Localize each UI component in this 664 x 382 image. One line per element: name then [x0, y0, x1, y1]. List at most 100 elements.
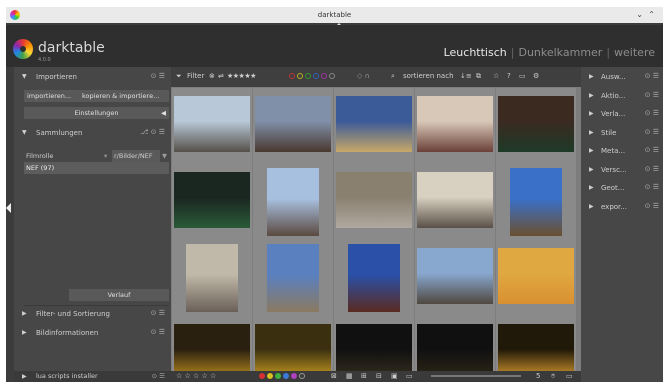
thumbnail-cell[interactable] — [415, 164, 495, 240]
overlay-star-icon[interactable]: ☆ — [493, 72, 499, 80]
thumbnail-image — [417, 96, 493, 152]
thumbnail-image — [498, 248, 574, 304]
import-settings-button[interactable]: Einstellungen ◀ — [24, 107, 169, 119]
import-button[interactable]: importieren... — [27, 90, 71, 102]
right-section-3[interactable]: ▶ Stile ⊙ ☰ — [581, 126, 663, 140]
color-dot-red[interactable] — [289, 73, 295, 79]
layout-preview-icon[interactable]: ▣ — [391, 372, 398, 380]
color-dot-red[interactable] — [259, 373, 265, 379]
fullscreen-icon[interactable]: ▭ — [406, 372, 413, 380]
layout-culling-icon[interactable]: ⊟ — [376, 372, 382, 380]
color-dot-yellow[interactable] — [297, 73, 303, 79]
layout-filemanager-icon[interactable]: ▦ — [346, 372, 353, 380]
bottom-color-labels[interactable] — [259, 372, 307, 380]
preferences-gear-icon[interactable]: ⚙ — [533, 72, 539, 80]
grouping-toggle-icon[interactable]: ⊠ — [331, 372, 337, 380]
filter-sort-section-header[interactable]: ▶ Filter- und Sortierung ⊙ ☰ — [14, 307, 171, 321]
collection-entry-nef[interactable]: NEF (97) — [24, 162, 169, 174]
right-section-4[interactable]: ▶ Meta... ⊙ ☰ — [581, 144, 663, 158]
thumbnail-cell[interactable] — [496, 164, 576, 240]
minimize-icon[interactable]: ⌄ — [636, 10, 643, 19]
left-panel-toggle[interactable] — [6, 203, 11, 213]
color-label-filter[interactable] — [289, 72, 337, 80]
section-preset-icon[interactable]: ⎇ ⊙ ☰ — [140, 128, 165, 136]
collapse-arrow-icon: ▶ — [589, 184, 594, 191]
history-button[interactable]: Verlauf — [69, 289, 169, 301]
thumbnail-cell[interactable] — [334, 88, 414, 164]
right-section-7[interactable]: ▶ expor... ⊙ ☰ — [581, 200, 663, 214]
dropdown-icon[interactable]: ▼ — [162, 152, 167, 160]
collection-path-field[interactable]: r/Bilder/NEF — [112, 150, 160, 162]
display-profile-icon[interactable]: ▭ — [566, 372, 573, 380]
shortcuts-icon[interactable]: ▭ — [519, 72, 526, 80]
section-reset-icon[interactable]: ⊙ ☰ — [645, 165, 659, 173]
copy-import-button[interactable]: kopieren & importiere... — [82, 90, 159, 102]
section-reset-icon[interactable]: ⊙ ☰ — [151, 309, 165, 317]
view-darkroom[interactable]: Dunkelkammer — [518, 46, 602, 59]
layout-zoomable-icon[interactable]: ⊞ — [361, 372, 367, 380]
zoom-slider[interactable] — [431, 375, 521, 377]
thumbnail-cell[interactable] — [253, 240, 333, 316]
section-reset-icon[interactable]: ⊙ ☰ — [645, 109, 659, 117]
section-reset-icon[interactable]: ⊙ ☰ — [645, 146, 659, 154]
collapse-arrow-icon: ▶ — [589, 165, 594, 173]
thumbnail-cell[interactable] — [253, 164, 333, 240]
image-info-section-header[interactable]: ▶ Bildinformationen ⊙ ☰ — [14, 326, 171, 340]
reject-icon[interactable]: ⊗ — [209, 72, 215, 80]
expand-arrow-icon: ▼ — [22, 73, 27, 80]
thumbnail-cell[interactable] — [172, 240, 252, 316]
right-section-label: Geot... — [601, 184, 625, 192]
section-reset-icon[interactable]: ⊙ ☰ — [152, 372, 165, 380]
rating-range-icon[interactable]: ⇌ — [218, 72, 224, 80]
thumbnail-cell[interactable] — [415, 240, 495, 316]
sort-direction-icon[interactable]: ↓≡ — [460, 72, 472, 80]
filter-funnel-icon[interactable]: ⏷ — [176, 72, 182, 81]
section-reset-icon[interactable]: ⊙ ☰ — [645, 91, 659, 99]
rating-filter-stars[interactable]: ★★★★★ — [227, 72, 256, 80]
bottom-rating-stars[interactable]: ☆ ☆ ☆ ☆ ☆ — [176, 372, 216, 380]
collection-property[interactable]: Filmrolle — [26, 152, 53, 160]
color-dot-gray[interactable] — [329, 73, 335, 79]
search-icon[interactable]: ⌕ — [391, 72, 395, 81]
color-dot-purple[interactable] — [291, 373, 297, 379]
section-reset-icon[interactable]: ⊙ ☰ — [645, 128, 659, 136]
dropdown-icon[interactable]: ▾ — [104, 152, 107, 160]
color-dot-yellow[interactable] — [267, 373, 273, 379]
color-dot-blue[interactable] — [283, 373, 289, 379]
thumbnail-cell[interactable] — [172, 164, 252, 240]
right-section-0[interactable]: ▶ Ausw... ⊙ ☰ — [581, 70, 663, 84]
section-reset-icon[interactable]: ⊙ ☰ — [151, 72, 165, 80]
right-section-label: expor... — [601, 202, 627, 211]
section-reset-icon[interactable]: ⊙ ☰ — [645, 183, 659, 191]
section-reset-icon[interactable]: ⊙ ☰ — [151, 328, 165, 336]
thumbnail-cell[interactable] — [253, 88, 333, 164]
thumbnail-cell[interactable] — [496, 240, 576, 316]
color-dot-green[interactable] — [275, 373, 281, 379]
right-section-2[interactable]: ▶ Verla... ⊙ ☰ — [581, 107, 663, 121]
view-more[interactable]: weitere — [614, 46, 655, 59]
color-dot-green[interactable] — [305, 73, 311, 79]
lua-section-header[interactable]: ▶ lua scripts installer ⊙ ☰ — [14, 371, 171, 382]
thumbnail-cell[interactable] — [172, 88, 252, 164]
section-reset-icon[interactable]: ⊙ ☰ — [645, 202, 659, 210]
color-dot-purple[interactable] — [321, 73, 327, 79]
thumbnail-cell[interactable] — [496, 88, 576, 164]
view-lighttable[interactable]: Leuchttisch — [444, 46, 507, 59]
right-section-5[interactable]: ▶ Versc... ⊙ ☰ — [581, 163, 663, 177]
collections-section-header[interactable]: ▼ Sammlungen ⎇ ⊙ ☰ — [14, 126, 171, 140]
grouping-icon[interactable]: ⧉ — [476, 72, 481, 81]
help-icon[interactable]: ? — [507, 72, 511, 80]
thumbnail-cell[interactable] — [415, 88, 495, 164]
focus-peaking-icon[interactable]: ⌾ — [551, 372, 555, 381]
right-section-6[interactable]: ▶ Geot... ⊙ ☰ — [581, 181, 663, 195]
color-dot-clear[interactable] — [299, 373, 305, 379]
right-section-1[interactable]: ▶ Aktio... ⊙ ☰ — [581, 89, 663, 103]
thumbnail-cell[interactable] — [334, 164, 414, 240]
zoom-count[interactable]: 5 — [536, 372, 540, 380]
color-dot-blue[interactable] — [313, 73, 319, 79]
section-reset-icon[interactable]: ⊙ ☰ — [645, 72, 659, 80]
color-operator-icon[interactable]: ◇ ∩ — [357, 72, 370, 80]
thumbnail-cell[interactable] — [334, 240, 414, 316]
import-section-header[interactable]: ▼ Importieren ⊙ ☰ — [14, 70, 171, 84]
restore-icon[interactable]: ⌃ — [648, 10, 655, 19]
